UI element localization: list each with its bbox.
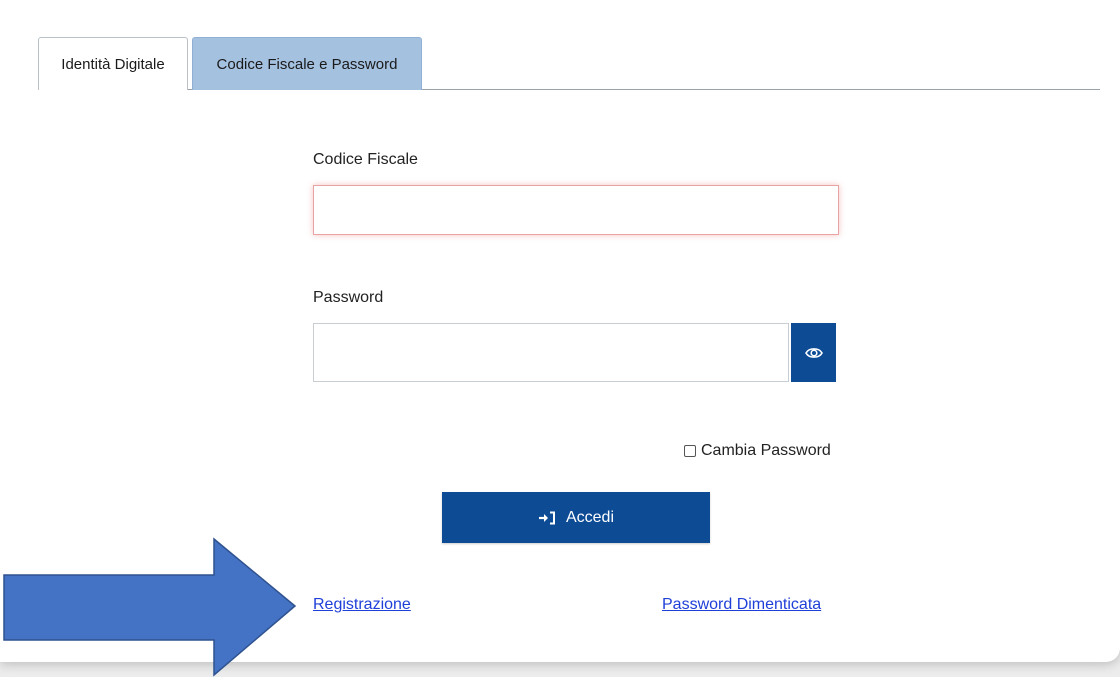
tab-identita-digitale[interactable]: Identità Digitale xyxy=(38,37,188,90)
password-label: Password xyxy=(313,289,384,306)
eye-icon xyxy=(804,347,823,358)
tab-codice-fiscale-password[interactable]: Codice Fiscale e Password xyxy=(192,37,422,90)
password-dimenticata-link[interactable]: Password Dimenticata xyxy=(662,596,821,614)
cambia-password-label: Cambia Password xyxy=(701,442,831,459)
show-password-button[interactable] xyxy=(791,323,836,382)
tab-label: Identità Digitale xyxy=(61,55,165,73)
codice-fiscale-label: Codice Fiscale xyxy=(313,151,418,168)
cambia-password-option[interactable]: Cambia Password xyxy=(684,440,831,462)
accedi-button[interactable]: Accedi xyxy=(442,492,710,543)
sign-in-icon xyxy=(538,511,555,524)
password-input[interactable] xyxy=(313,323,789,382)
registrazione-link[interactable]: Registrazione xyxy=(313,596,411,614)
cambia-password-checkbox[interactable] xyxy=(684,445,696,457)
tab-label: Codice Fiscale e Password xyxy=(216,55,398,73)
accedi-label: Accedi xyxy=(565,508,615,526)
codice-fiscale-input[interactable] xyxy=(313,185,839,235)
login-panel: Identità Digitale Codice Fiscale e Passw… xyxy=(0,0,1120,662)
